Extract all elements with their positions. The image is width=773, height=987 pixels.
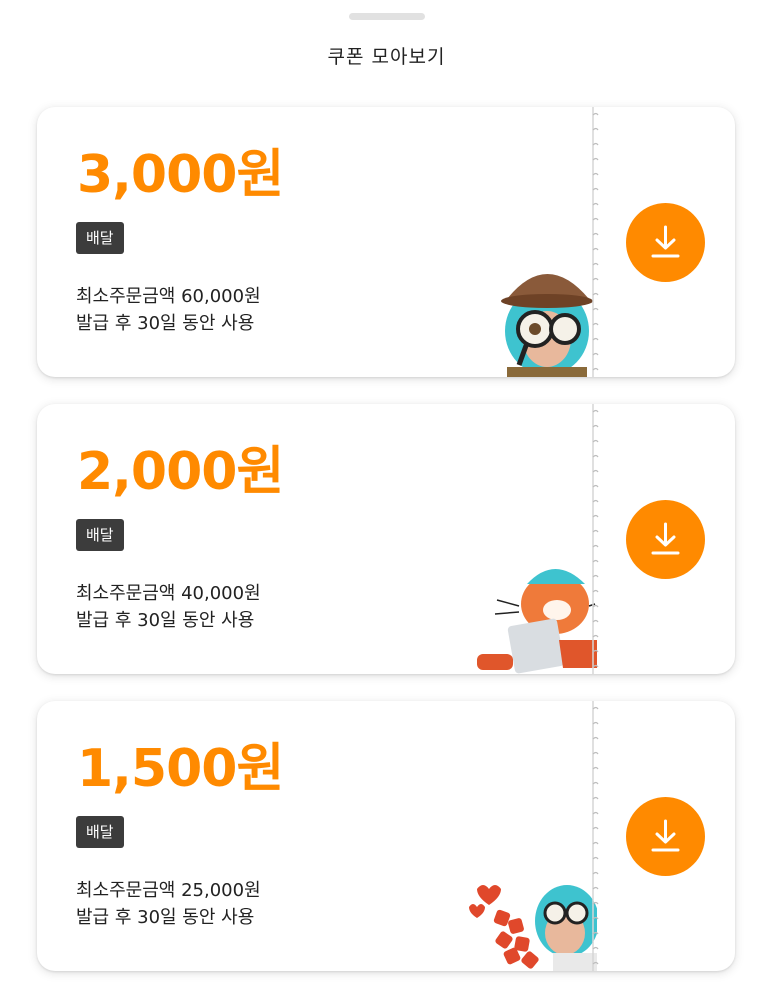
coupon-tag: 배달 bbox=[76, 222, 124, 254]
download-coupon-button[interactable] bbox=[626, 500, 705, 579]
coupon-sheet: 쿠폰 모아보기 3,000원 배달 최소주문금액 60,000원 발급 후 30… bbox=[0, 0, 773, 987]
coupon-amount: 1,500원 bbox=[77, 739, 284, 799]
coupon-min-order: 최소주문금액 60,000원 bbox=[76, 286, 261, 307]
download-coupon-button[interactable] bbox=[626, 203, 705, 282]
coupon-min-order: 최소주문금액 40,000원 bbox=[76, 583, 261, 604]
sheet-title: 쿠폰 모아보기 bbox=[327, 46, 446, 68]
coupon-card: 3,000원 배달 최소주문금액 60,000원 발급 후 30일 동안 사용 bbox=[37, 107, 735, 377]
coupon-amount: 3,000원 bbox=[77, 145, 284, 205]
download-coupon-button[interactable] bbox=[626, 797, 705, 876]
coupon-card: 1,500원 배달 최소주문금액 25,000원 발급 후 30일 동안 사용 bbox=[37, 701, 735, 971]
perforation-divider bbox=[592, 404, 599, 674]
coupon-validity: 발급 후 30일 동안 사용 bbox=[76, 907, 255, 928]
coupon-amount: 2,000원 bbox=[77, 442, 284, 502]
detective-character-image bbox=[501, 274, 593, 377]
character-with-hearts-image bbox=[469, 885, 597, 971]
cat-with-tablet-character-image bbox=[477, 569, 597, 674]
coupon-info: 최소주문금액 40,000원 발급 후 30일 동안 사용 bbox=[76, 580, 261, 634]
coupon-validity: 발급 후 30일 동안 사용 bbox=[76, 313, 255, 334]
coupon-tag: 배달 bbox=[76, 519, 124, 551]
coupon-info: 최소주문금액 25,000원 발급 후 30일 동안 사용 bbox=[76, 877, 261, 931]
download-icon bbox=[651, 522, 680, 555]
coupon-validity: 발급 후 30일 동안 사용 bbox=[76, 610, 255, 631]
coupon-card: 2,000원 배달 최소주문금액 40,000원 발급 후 30일 동안 사용 bbox=[37, 404, 735, 674]
perforation-divider bbox=[592, 107, 599, 377]
perforation-divider bbox=[592, 701, 599, 971]
drag-handle[interactable] bbox=[349, 13, 425, 20]
coupon-tag: 배달 bbox=[76, 816, 124, 848]
coupon-info: 최소주문금액 60,000원 발급 후 30일 동안 사용 bbox=[76, 283, 261, 337]
coupon-min-order: 최소주문금액 25,000원 bbox=[76, 880, 261, 901]
download-icon bbox=[651, 819, 680, 852]
download-icon bbox=[651, 225, 680, 258]
